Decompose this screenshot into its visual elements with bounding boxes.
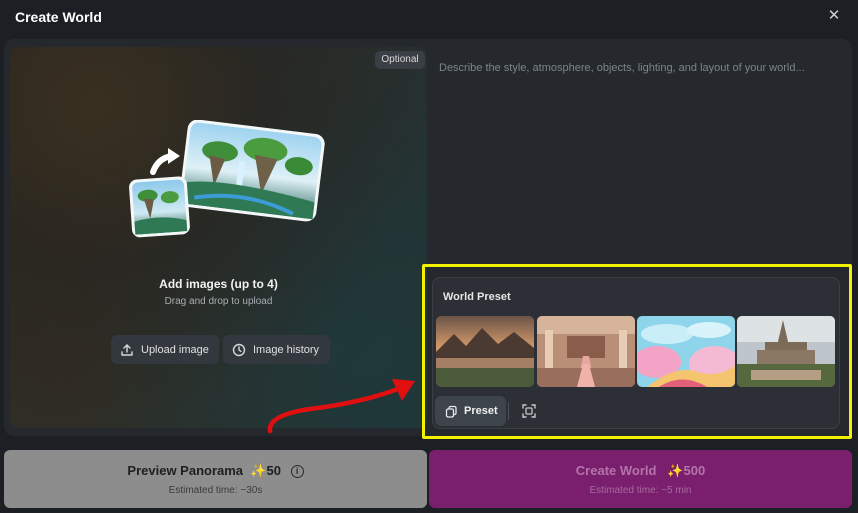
sparkle-icon: ✨ [660, 463, 684, 478]
create-cost: 500 [683, 463, 706, 478]
world-description-input[interactable]: Describe the style, atmosphere, objects,… [439, 62, 805, 74]
image-history-button[interactable]: Image history [223, 335, 330, 364]
dialog-header: Create World ✕ [0, 0, 858, 34]
preview-cost: 50 [266, 463, 281, 478]
preview-estimate: Estimated time: ~30s [168, 485, 263, 496]
upload-illustration [129, 120, 325, 238]
upload-title: Add images (up to 4) [159, 277, 278, 291]
upload-icon [121, 343, 133, 356]
create-world-button[interactable]: Create World ✨500 Estimated time: ~5 min [429, 450, 852, 508]
highlight-box [422, 264, 852, 439]
clock-icon [232, 343, 246, 356]
upload-subtitle: Drag and drop to upload [164, 296, 273, 307]
upload-image-label: Upload image [141, 343, 209, 356]
preview-label: Preview Panorama [127, 463, 244, 478]
annotation-arrow [267, 379, 415, 434]
create-estimate: Estimated time: ~5 min [589, 485, 692, 496]
create-label: Create World [575, 463, 657, 478]
upload-image-button[interactable]: Upload image [111, 335, 219, 364]
preview-panorama-button[interactable]: Preview Panorama ✨50 i Estimated time: ~… [4, 450, 427, 508]
close-icon[interactable]: ✕ [826, 8, 842, 24]
optional-badge: Optional [375, 51, 425, 69]
info-icon[interactable]: i [290, 465, 304, 478]
dialog-title: Create World [15, 9, 102, 25]
image-history-label: Image history [253, 343, 320, 356]
sparkle-icon: ✨ [246, 463, 267, 478]
